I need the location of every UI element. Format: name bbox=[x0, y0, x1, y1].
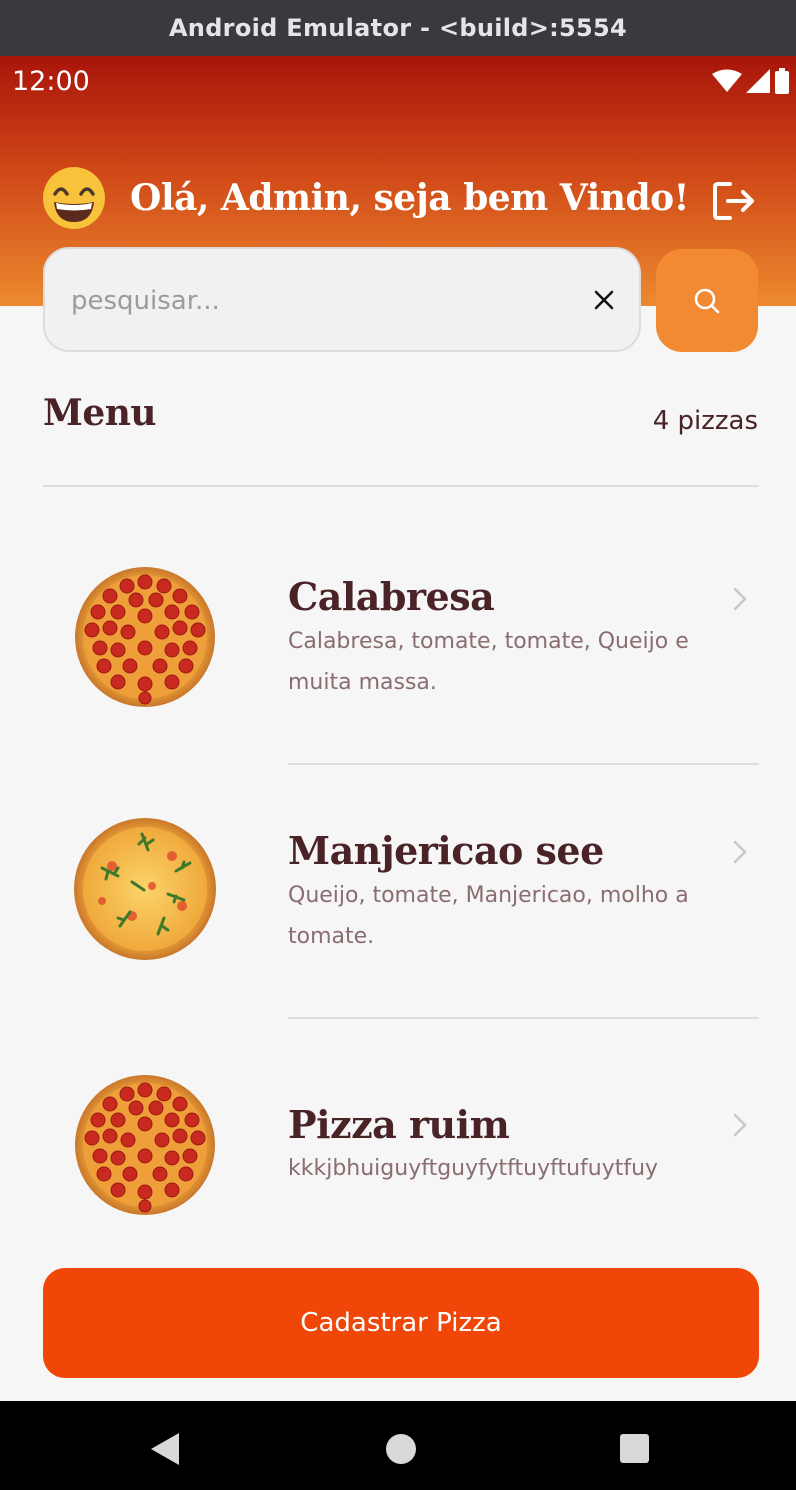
chevron-right-icon bbox=[733, 1113, 747, 1137]
pizza-name: Manjericao see bbox=[288, 828, 604, 873]
pizza-description: Calabresa, tomate, tomate, Queijo e muit… bbox=[288, 629, 689, 695]
pizza-count: 4 pizzas bbox=[652, 406, 758, 436]
search-box bbox=[43, 247, 641, 352]
pepperoni-pizza-image bbox=[74, 566, 216, 708]
battery-icon bbox=[775, 68, 789, 94]
pepperoni-pizza-image bbox=[74, 1074, 216, 1216]
item-separator bbox=[288, 1017, 759, 1019]
emulator-title-bar: Android Emulator - <build>:5554 bbox=[0, 0, 796, 56]
status-icons bbox=[712, 68, 790, 94]
basil-pizza-image bbox=[72, 816, 218, 962]
recent-apps-icon[interactable] bbox=[620, 1434, 649, 1463]
menu-title: Menu bbox=[43, 392, 157, 434]
clear-icon[interactable] bbox=[587, 283, 621, 317]
pizza-description: Queijo, tomate, Manjericao, molho a toma… bbox=[288, 883, 689, 949]
back-icon[interactable] bbox=[149, 1431, 181, 1467]
pizza-description: kkkjbhuiguyftguyfytftuyftufuytfuy bbox=[288, 1156, 659, 1181]
grinning-face-icon bbox=[43, 167, 105, 229]
status-time: 12:00 bbox=[12, 66, 90, 97]
pizza-name: Pizza ruim bbox=[288, 1102, 510, 1147]
pizza-item-manjericao[interactable]: Manjericao see Queijo, tomate, Manjerica… bbox=[0, 814, 796, 964]
greeting-text: Olá, Admin, seja bem Vindo! bbox=[130, 177, 689, 219]
chevron-right-icon bbox=[733, 840, 747, 864]
pizza-item-calabresa[interactable]: Calabresa Calabresa, tomate, tomate, Que… bbox=[0, 560, 796, 710]
pizza-item-pizza-ruim[interactable]: Pizza ruim kkkjbhuiguyftguyfytftuyftufuy… bbox=[0, 1070, 796, 1220]
logout-icon[interactable] bbox=[710, 178, 758, 224]
wifi-icon bbox=[712, 69, 742, 92]
pizza-name: Calabresa bbox=[288, 574, 495, 619]
greeting-row: Olá, Admin, seja bem Vindo! bbox=[42, 166, 689, 230]
search-button[interactable] bbox=[656, 249, 758, 352]
search-icon bbox=[694, 288, 720, 313]
cadastrar-pizza-label: Cadastrar Pizza bbox=[300, 1308, 502, 1338]
divider bbox=[43, 485, 759, 487]
search-input[interactable] bbox=[69, 275, 573, 327]
status-bar: 12:00 bbox=[0, 56, 796, 104]
home-icon[interactable] bbox=[386, 1434, 416, 1464]
item-separator bbox=[288, 763, 759, 765]
chevron-right-icon bbox=[733, 587, 747, 611]
signal-icon bbox=[746, 69, 770, 93]
cadastrar-pizza-button[interactable]: Cadastrar Pizza bbox=[43, 1268, 759, 1378]
window-title: Android Emulator - <build>:5554 bbox=[168, 14, 628, 42]
